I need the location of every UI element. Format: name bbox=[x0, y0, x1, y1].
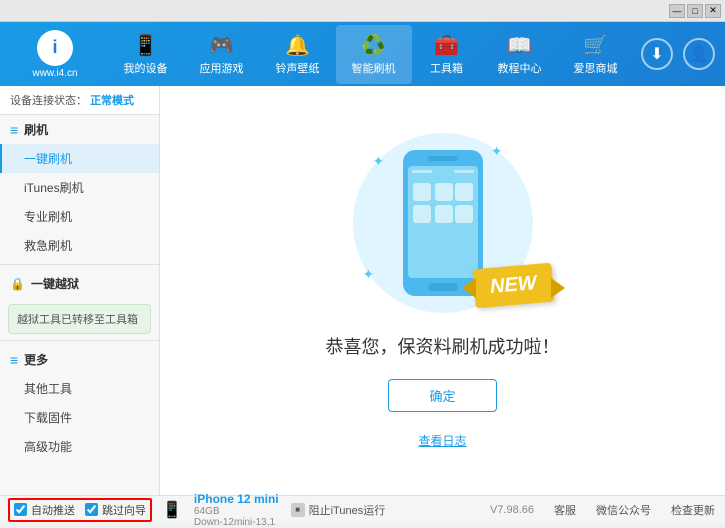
nav-icon-ringtone: 🔔 bbox=[285, 33, 310, 58]
checkboxes-highlight: 自动推送 跳过向导 bbox=[10, 500, 150, 520]
sidebar-item-other-tools[interactable]: 其他工具 bbox=[0, 374, 159, 403]
service-link[interactable]: 客服 bbox=[554, 502, 576, 518]
device-info: iPhone 12 mini 64GB Down-12mini-13,1 bbox=[194, 492, 279, 528]
illustration-area: ✦ ✦ ✦ bbox=[326, 133, 560, 449]
main-area: 设备连接状态： 正常模式 ≡ 刷机 一键刷机 iTunes刷机 专业刷机 救急刷… bbox=[0, 86, 725, 495]
sidebar-item-save-flash[interactable]: 救急刷机 bbox=[0, 231, 159, 260]
update-link[interactable]: 检查更新 bbox=[671, 502, 715, 518]
sidebar-item-advanced[interactable]: 高级功能 bbox=[0, 432, 159, 461]
confirm-button[interactable]: 确定 bbox=[388, 379, 496, 412]
sidebar-item-download-firmware[interactable]: 下载固件 bbox=[0, 403, 159, 432]
window-controls[interactable]: — □ ✕ bbox=[669, 4, 721, 18]
flash-section-icon: ≡ bbox=[10, 122, 18, 138]
jailbreak-notice: 越狱工具已转移至工具箱 bbox=[8, 304, 151, 334]
success-text: 恭喜您，保资料刷机成功啦！ bbox=[326, 333, 560, 359]
nav-label-my-device: 我的设备 bbox=[124, 60, 168, 76]
nav-label-smart-flash: 智能刷机 bbox=[352, 60, 396, 76]
device-status-label: 设备连接状态： bbox=[10, 95, 87, 107]
nav-icon-my-device: 📱 bbox=[133, 33, 158, 58]
ribbon-right bbox=[551, 278, 565, 298]
nav-icon-app-game: 🎮 bbox=[209, 33, 234, 58]
sidebar-divider-1 bbox=[0, 264, 159, 265]
user-button[interactable]: 👤 bbox=[683, 38, 715, 70]
more-section-icon: ≡ bbox=[10, 352, 18, 368]
nav-item-smart-flash[interactable]: ♻️ 智能刷机 bbox=[336, 25, 412, 84]
lock-icon: 🔒 bbox=[10, 277, 25, 291]
device-status: 设备连接状态： 正常模式 bbox=[0, 86, 159, 115]
nav-icon-smart-flash: ♻️ bbox=[361, 33, 386, 58]
sidebar-item-itunes-flash[interactable]: iTunes刷机 bbox=[0, 173, 159, 202]
content-area: ✦ ✦ ✦ bbox=[160, 86, 725, 495]
sidebar: 设备连接状态： 正常模式 ≡ 刷机 一键刷机 iTunes刷机 专业刷机 救急刷… bbox=[0, 86, 160, 495]
phone-container: ✦ ✦ ✦ bbox=[343, 133, 543, 313]
logo: i www.i4.cn bbox=[10, 30, 100, 79]
nav-icon-toolbox: 🧰 bbox=[434, 33, 459, 58]
jailbreak-section-header: 🔒 一键越狱 bbox=[0, 269, 159, 298]
nav-item-ringtone[interactable]: 🔔 铃声壁纸 bbox=[260, 25, 336, 84]
nav-items: 📱 我的设备 🎮 应用游戏 🔔 铃声壁纸 ♻️ 智能刷机 🧰 工具箱 📖 教程中… bbox=[100, 25, 641, 84]
sidebar-divider-2 bbox=[0, 340, 159, 341]
stop-itunes-label: 阻止iTunes运行 bbox=[309, 502, 386, 518]
device-icon: 📱 bbox=[162, 500, 182, 520]
nav-item-mall[interactable]: 🛒 爱思商城 bbox=[558, 25, 634, 84]
download-button[interactable]: ⬇ bbox=[641, 38, 673, 70]
more-section-label: 更多 bbox=[24, 351, 48, 368]
secondary-link[interactable]: 查看日志 bbox=[418, 432, 466, 449]
sidebar-item-one-key-flash[interactable]: 一键刷机 bbox=[0, 144, 159, 173]
device-detail: Down-12mini-13,1 bbox=[194, 517, 279, 528]
sparkle-1: ✦ bbox=[373, 153, 385, 170]
logo-subtitle: www.i4.cn bbox=[32, 68, 77, 79]
new-badge: NEW bbox=[472, 262, 554, 308]
device-status-value: 正常模式 bbox=[90, 95, 134, 107]
nav-item-my-device[interactable]: 📱 我的设备 bbox=[108, 25, 184, 84]
bottom-right: V7.98.66 客服 微信公众号 检查更新 bbox=[490, 502, 715, 518]
bottom-left: 自动推送 跳过向导 📱 iPhone 12 mini 64GB Down-12m… bbox=[10, 492, 385, 528]
close-button[interactable]: ✕ bbox=[705, 4, 721, 18]
jailbreak-section-label: 一键越狱 bbox=[31, 275, 79, 292]
version-label: V7.98.66 bbox=[490, 504, 534, 516]
stop-icon: ■ bbox=[291, 503, 305, 517]
sidebar-item-pro-flash[interactable]: 专业刷机 bbox=[0, 202, 159, 231]
sparkle-3: ✦ bbox=[363, 266, 375, 283]
nav-label-tutorial: 教程中心 bbox=[498, 60, 542, 76]
device-row: 📱 iPhone 12 mini 64GB Down-12mini-13,1 bbox=[162, 492, 279, 528]
device-storage: 64GB bbox=[194, 506, 279, 517]
new-badge-container: NEW bbox=[474, 266, 553, 305]
flash-section-label: 刷机 bbox=[24, 121, 48, 138]
auto-send-checkbox-label[interactable]: 自动推送 bbox=[14, 502, 75, 518]
nav-right: ⬇ 👤 bbox=[641, 38, 715, 70]
nav-icon-mall: 🛒 bbox=[583, 33, 608, 58]
title-bar: — □ ✕ bbox=[0, 0, 725, 22]
skip-wizard-label: 跳过向导 bbox=[102, 502, 146, 518]
minimize-button[interactable]: — bbox=[669, 4, 685, 18]
sparkle-2: ✦ bbox=[491, 143, 503, 160]
bottom-bar: 自动推送 跳过向导 📱 iPhone 12 mini 64GB Down-12m… bbox=[0, 495, 725, 523]
nav-label-mall: 爱思商城 bbox=[574, 60, 618, 76]
nav-label-toolbox: 工具箱 bbox=[430, 60, 463, 76]
top-nav: i www.i4.cn 📱 我的设备 🎮 应用游戏 🔔 铃声壁纸 ♻️ 智能刷机… bbox=[0, 22, 725, 86]
nav-item-toolbox[interactable]: 🧰 工具箱 bbox=[412, 25, 482, 84]
more-section-header: ≡ 更多 bbox=[0, 345, 159, 374]
auto-send-label: 自动推送 bbox=[31, 502, 75, 518]
stop-itunes[interactable]: ■ 阻止iTunes运行 bbox=[291, 502, 386, 518]
maximize-button[interactable]: □ bbox=[687, 4, 703, 18]
nav-label-app-game: 应用游戏 bbox=[200, 60, 244, 76]
nav-item-tutorial[interactable]: 📖 教程中心 bbox=[482, 25, 558, 84]
logo-icon: i bbox=[37, 30, 73, 66]
device-name: iPhone 12 mini bbox=[194, 492, 279, 506]
ribbon-left bbox=[462, 278, 476, 298]
skip-wizard-checkbox[interactable] bbox=[85, 503, 98, 516]
skip-wizard-checkbox-label[interactable]: 跳过向导 bbox=[85, 502, 146, 518]
nav-label-ringtone: 铃声壁纸 bbox=[276, 60, 320, 76]
flash-section-header: ≡ 刷机 bbox=[0, 115, 159, 144]
nav-icon-tutorial: 📖 bbox=[507, 33, 532, 58]
jailbreak-notice-text: 越狱工具已转移至工具箱 bbox=[17, 311, 138, 327]
auto-send-checkbox[interactable] bbox=[14, 503, 27, 516]
nav-item-app-game[interactable]: 🎮 应用游戏 bbox=[184, 25, 260, 84]
wechat-link[interactable]: 微信公众号 bbox=[596, 502, 651, 518]
